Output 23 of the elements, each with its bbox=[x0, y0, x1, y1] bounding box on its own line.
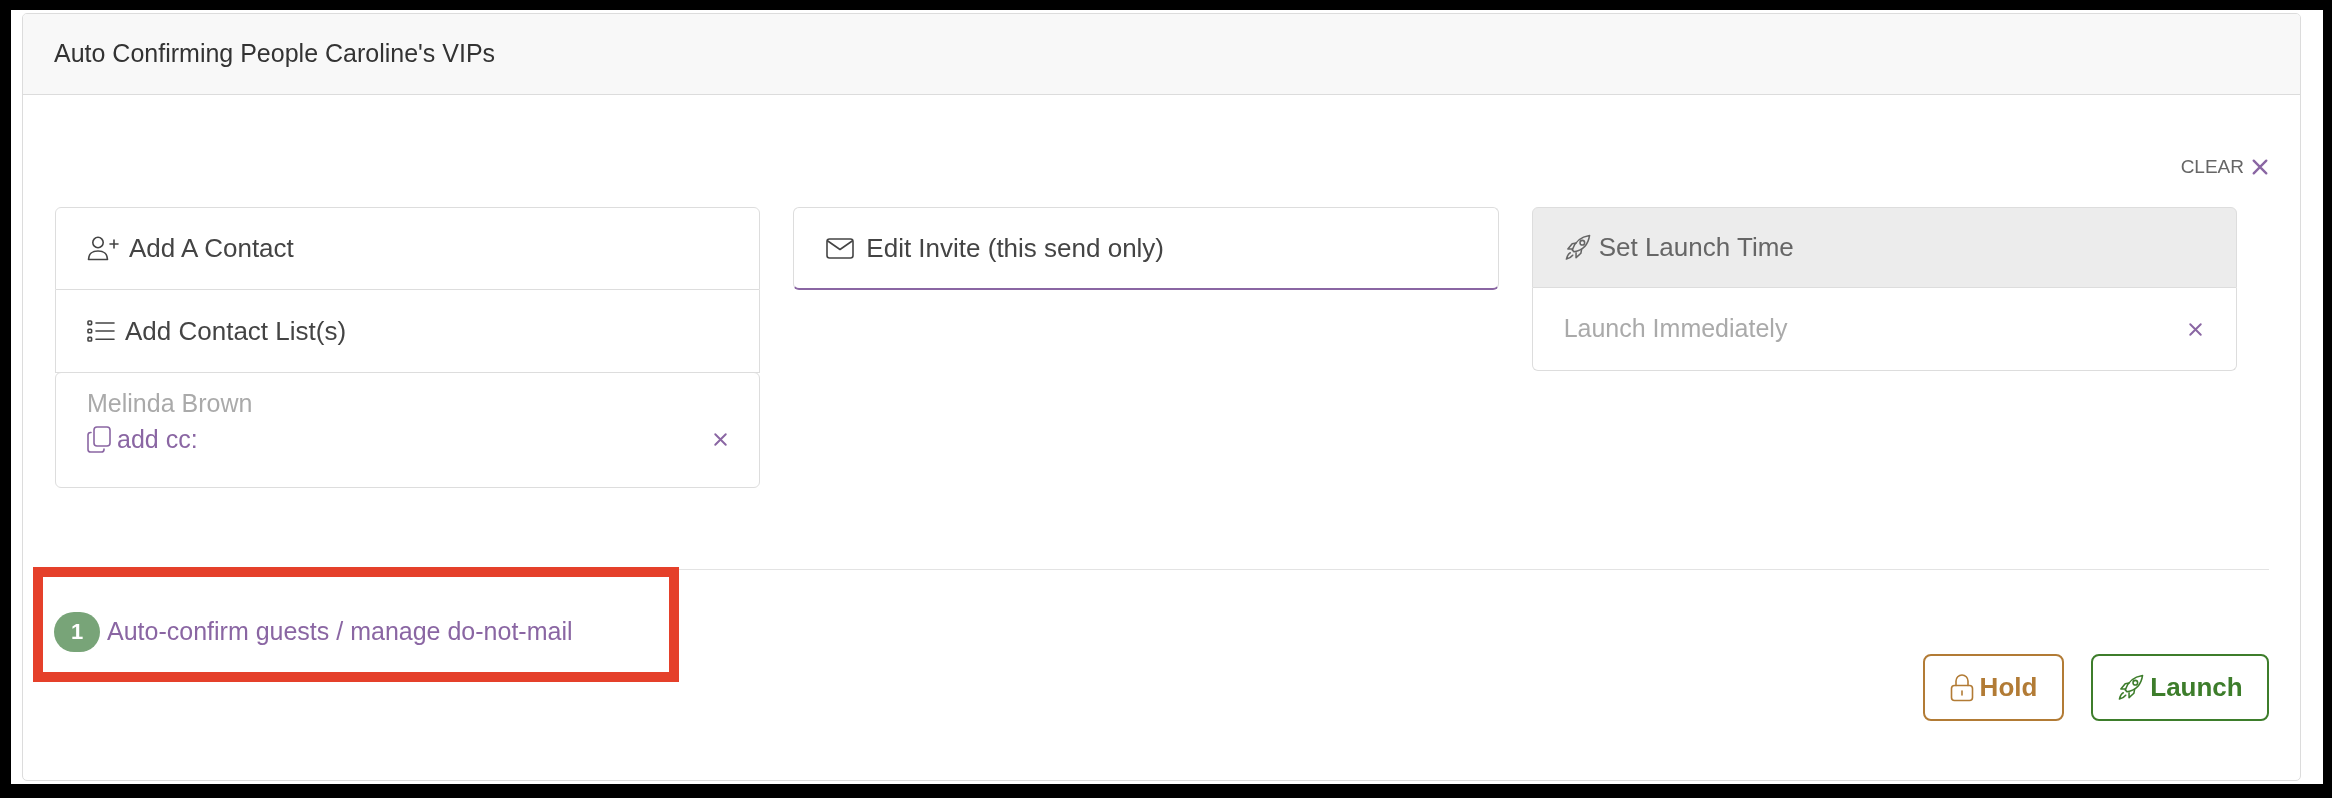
launch-button[interactable]: Launch bbox=[2091, 654, 2269, 721]
envelope-icon bbox=[826, 237, 855, 259]
copy-icon bbox=[87, 426, 111, 454]
list-icon bbox=[87, 319, 115, 343]
person-plus-icon bbox=[87, 236, 119, 261]
launch-time-value: Launch Immediately bbox=[1563, 313, 1788, 345]
add-contact-list-item[interactable]: Add Contact List(s) bbox=[55, 290, 761, 373]
clear-link[interactable]: CLEAR bbox=[2180, 152, 2269, 182]
edit-invite-button[interactable]: Edit Invite (this send only) bbox=[793, 207, 1499, 290]
remove-icon[interactable] bbox=[2188, 321, 2203, 337]
launch-time-header[interactable]: Set Launch Time bbox=[1531, 207, 2237, 288]
contact-name: Melinda Brown bbox=[87, 388, 254, 419]
add-contact-item[interactable]: Add A Contact bbox=[55, 207, 761, 290]
hold-button[interactable]: Hold bbox=[1923, 654, 2064, 721]
lock-icon bbox=[1949, 673, 1974, 702]
count-badge: 1 bbox=[54, 611, 100, 652]
rocket-icon bbox=[1563, 234, 1591, 261]
close-icon bbox=[2251, 158, 2269, 176]
panel-title: Auto Confirming People Caroline's VIPs bbox=[54, 38, 496, 70]
remove-icon[interactable] bbox=[713, 432, 729, 448]
auto-confirm-link[interactable]: Auto-confirm guests / manage do-not-mail bbox=[107, 612, 573, 651]
rocket-icon bbox=[2117, 674, 2145, 701]
add-cc-link[interactable]: add cc: bbox=[87, 421, 198, 459]
